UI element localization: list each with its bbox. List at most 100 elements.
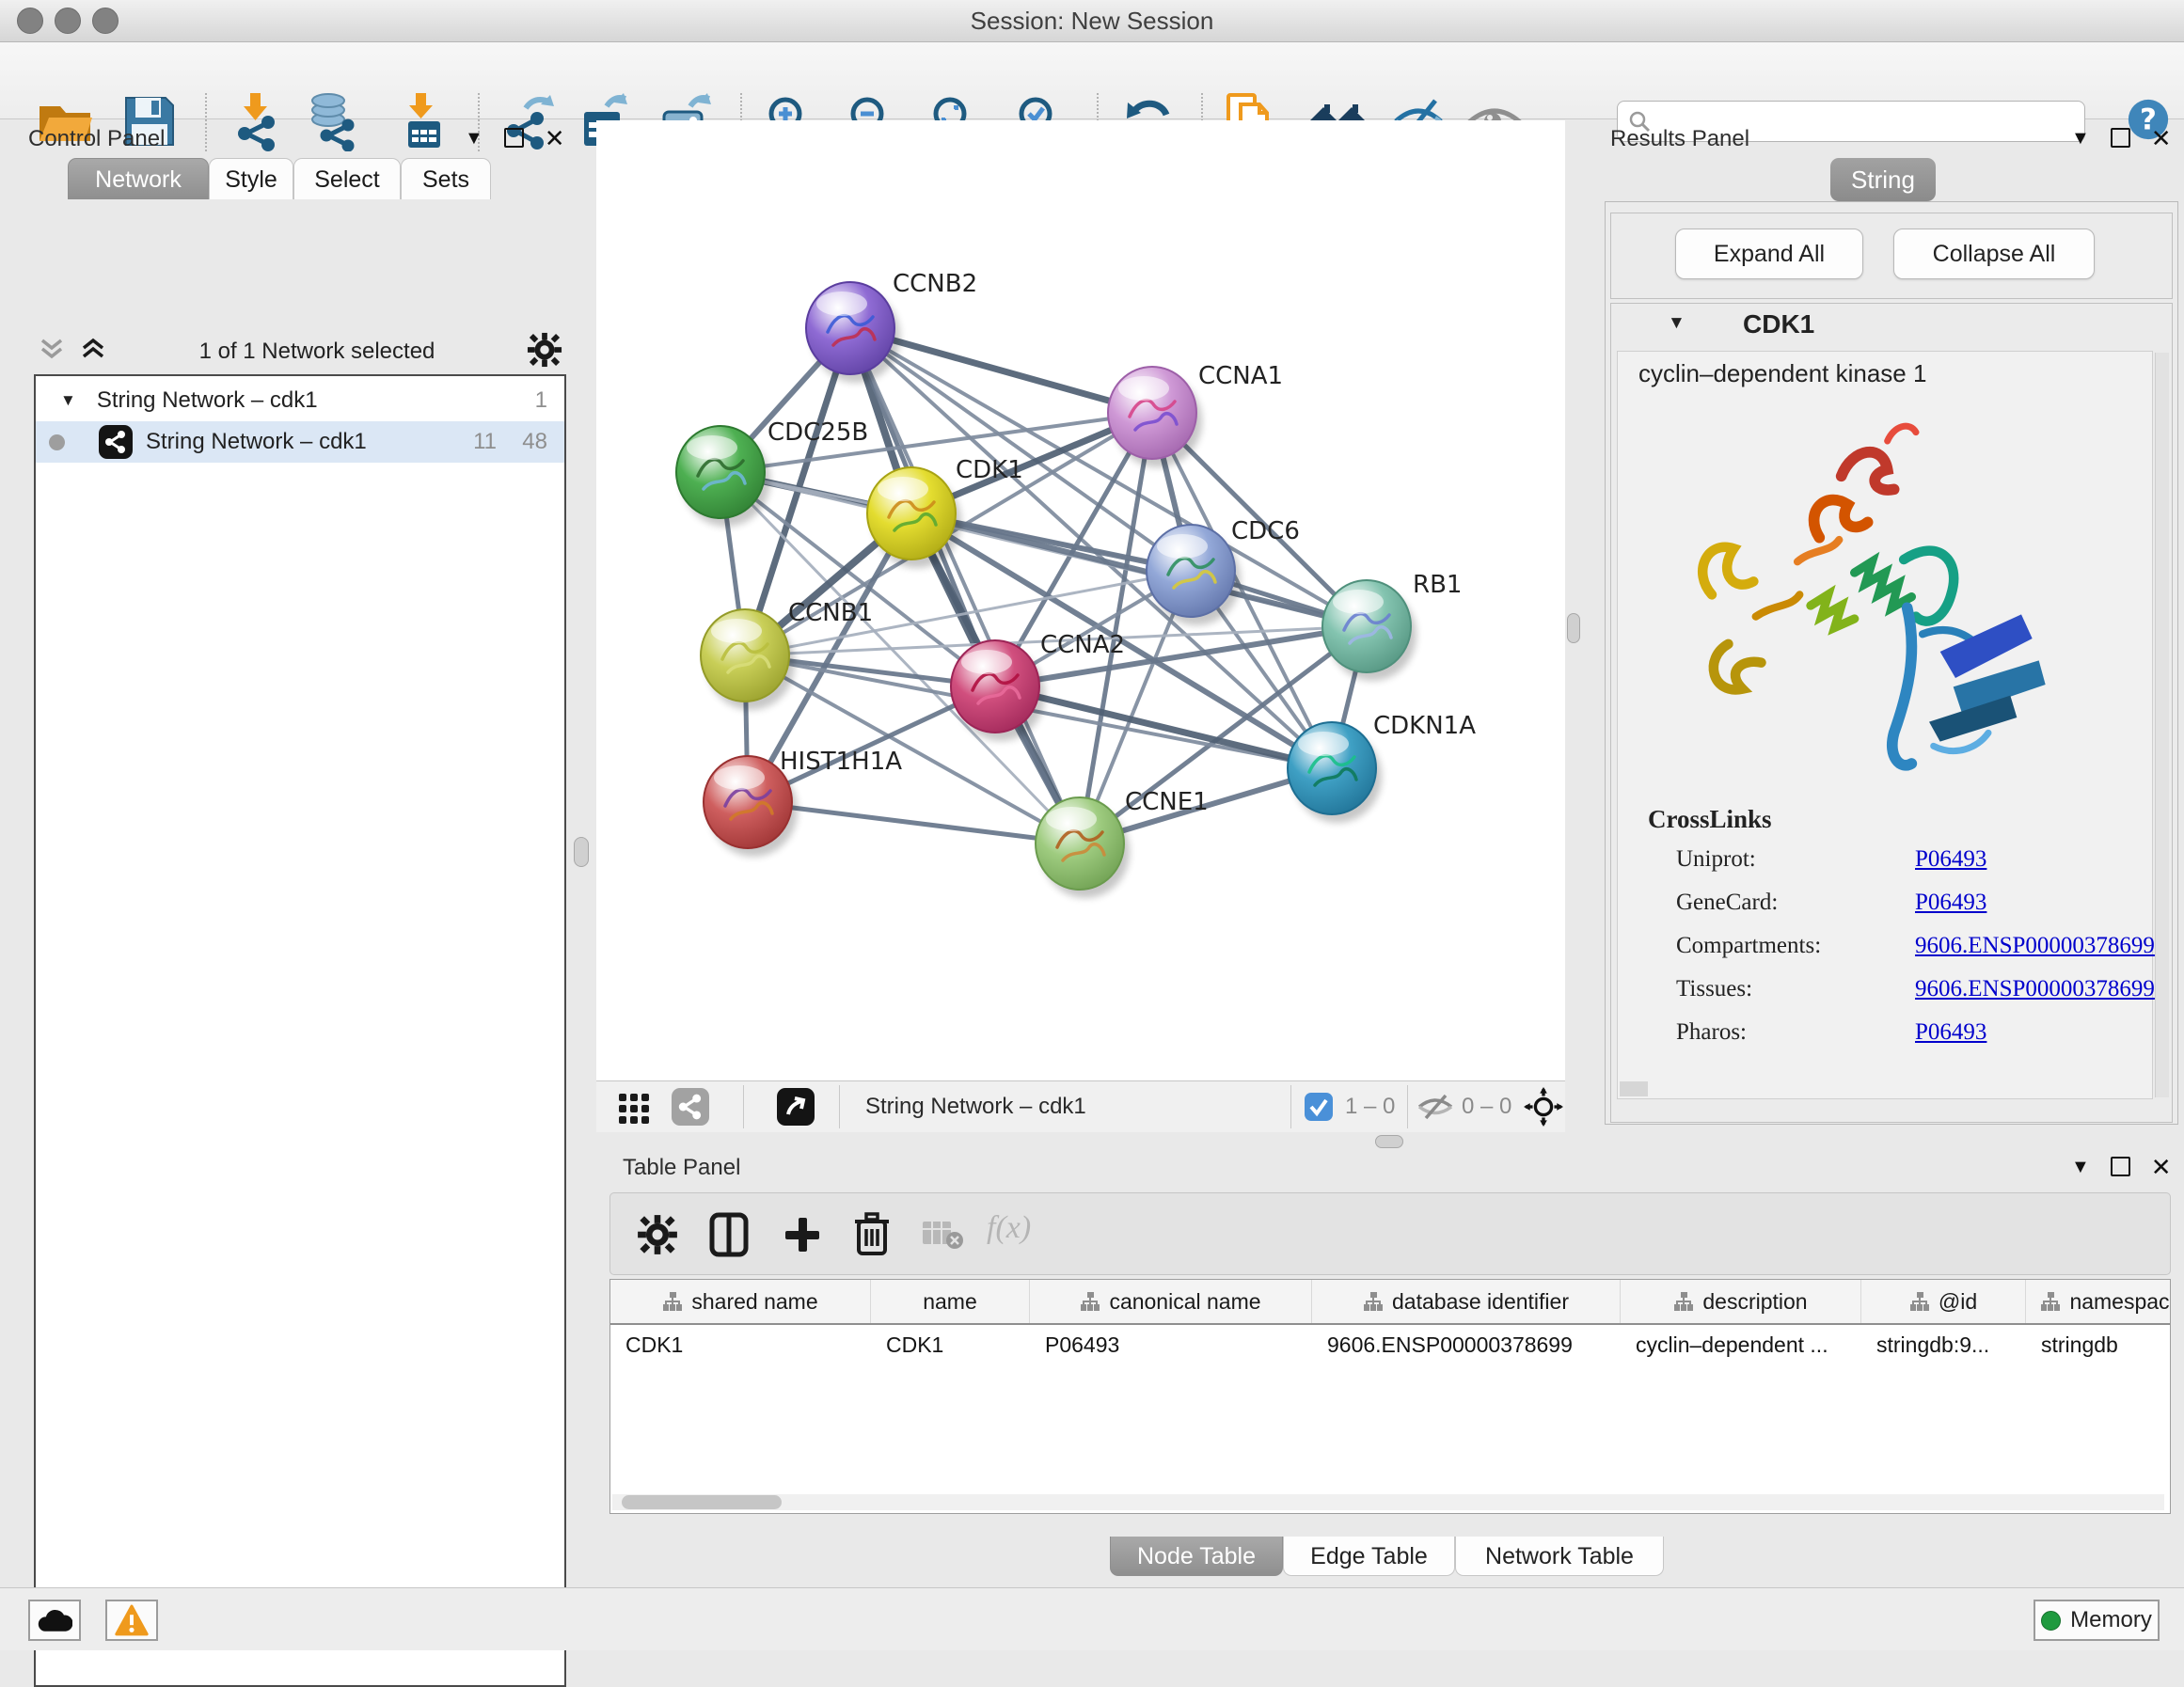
graph-node-label: CCNA2: [1040, 631, 1125, 659]
crosslink-value-link[interactable]: P06493: [1915, 846, 1986, 873]
column-header-database-identifier[interactable]: database identifier: [1312, 1280, 1621, 1323]
panel-menu-icon[interactable]: ▼: [465, 129, 483, 148]
selected-count: 1 – 0: [1345, 1094, 1395, 1120]
crosslink-row: Compartments:9606.ENSP00000378699: [1676, 933, 1821, 959]
gene-details: cyclin–dependent kinase 1: [1617, 351, 2153, 1099]
crosslink-label: GeneCard:: [1676, 890, 1778, 915]
collapse-all-button[interactable]: Collapse All: [1893, 229, 2095, 279]
network-canvas[interactable]: CCNB2CCNA1CDC25BCDK1CDC6RB1CCNB1CCNA2CDK…: [596, 120, 1565, 1080]
column-header-namespac[interactable]: namespac: [2026, 1280, 2171, 1323]
graph-node-CDK1[interactable]: [867, 467, 956, 560]
delete-column-icon[interactable]: [853, 1210, 891, 1262]
graph-node-RB1[interactable]: [1322, 580, 1411, 672]
network-collection-label: String Network – cdk1: [97, 387, 318, 414]
crosslink-label: Compartments:: [1676, 933, 1821, 958]
panel-float-icon[interactable]: [2111, 1157, 2130, 1176]
crosslink-label: Uniprot:: [1676, 846, 1756, 872]
table-cell: CDK1: [610, 1325, 871, 1364]
network-share-view-icon[interactable]: [672, 1088, 709, 1126]
graph-node-HIST1H1A[interactable]: [704, 756, 792, 848]
panel-close-icon[interactable]: ✕: [2151, 1158, 2172, 1176]
node-table: shared namenamecanonical namedatabase id…: [609, 1279, 2171, 1514]
crosslink-label: Tissues:: [1676, 976, 1752, 1001]
crosslink-value-link[interactable]: P06493: [1915, 890, 1986, 916]
crosslink-value-link[interactable]: 9606.ENSP00000378699: [1915, 976, 2155, 1002]
vertical-splitter-handle[interactable]: [574, 837, 589, 867]
graph-node-label: CDC25B: [768, 418, 868, 447]
tab-string[interactable]: String: [1830, 158, 1936, 201]
graph-node-CDKN1A[interactable]: [1288, 722, 1376, 814]
cloud-button[interactable]: [28, 1600, 81, 1641]
expand-all-button[interactable]: Expand All: [1675, 229, 1863, 279]
open-in-window-icon[interactable]: [777, 1088, 815, 1126]
table-gear-icon[interactable]: [637, 1214, 678, 1260]
tab-edge-table[interactable]: Edge Table: [1283, 1537, 1455, 1576]
network-graph[interactable]: CCNB2CCNA1CDC25BCDK1CDC6RB1CCNB1CCNA2CDK…: [596, 120, 1565, 1080]
panel-float-icon[interactable]: [504, 128, 524, 148]
title-bar: Session: New Session: [0, 0, 2184, 42]
graph-node-CCNA2[interactable]: [951, 640, 1039, 733]
birdseye-crosshair-icon[interactable]: [1524, 1087, 1563, 1131]
graph-node-label: CDKN1A: [1373, 712, 1476, 740]
panel-close-icon[interactable]: ✕: [2151, 129, 2172, 148]
grid-view-icon[interactable]: [617, 1090, 653, 1130]
cloud-icon: [37, 1607, 72, 1633]
section-hscroll-stub[interactable]: [1620, 1081, 1648, 1096]
section-scrollbar[interactable]: [2155, 353, 2169, 1097]
panel-menu-icon[interactable]: ▼: [2071, 129, 2090, 148]
graph-node-CCNB1[interactable]: [701, 609, 789, 702]
graph-node-label: CDC6: [1231, 517, 1300, 545]
graph-node-CCNA1[interactable]: [1108, 367, 1196, 459]
graph-node-CDC6[interactable]: [1147, 525, 1235, 617]
column-header-description[interactable]: description: [1621, 1280, 1861, 1323]
crosslink-label: Pharos:: [1676, 1019, 1747, 1045]
selected-checkbox-icon[interactable]: [1304, 1092, 1334, 1127]
table-tabs: Node Table Edge Table Network Table: [596, 1537, 2184, 1576]
table-row[interactable]: CDK1CDK1P064939606.ENSP00000378699cyclin…: [610, 1325, 2170, 1364]
network-label: String Network – cdk1: [146, 429, 367, 455]
column-header-name[interactable]: name: [871, 1280, 1030, 1323]
tab-sets[interactable]: Sets: [401, 158, 491, 199]
table-cell: cyclin–dependent ...: [1621, 1325, 1861, 1364]
graph-node-CDC25B[interactable]: [676, 426, 765, 518]
table-hscrollbar[interactable]: [612, 1494, 2164, 1510]
warning-button[interactable]: [105, 1600, 158, 1641]
delete-table-icon-disabled: [921, 1220, 964, 1256]
toolbar-separator: [743, 1085, 744, 1128]
graph-node-CCNB2[interactable]: [806, 282, 894, 374]
tab-network[interactable]: Network: [68, 158, 209, 199]
column-header-shared-name[interactable]: shared name: [610, 1280, 871, 1323]
expand-all-networks-icon[interactable]: [79, 338, 107, 367]
network-row[interactable]: String Network – cdk1 11 48: [36, 421, 564, 463]
hidden-eye-slash-icon[interactable]: [1416, 1092, 1454, 1127]
panel-float-icon[interactable]: [2111, 128, 2130, 148]
panel-menu-icon[interactable]: ▼: [2071, 1158, 2090, 1176]
table-cell: stringdb:9...: [1861, 1325, 2026, 1364]
vertical-splitter-handle[interactable]: [1567, 613, 1580, 643]
tab-network-table[interactable]: Network Table: [1455, 1537, 1664, 1576]
network-list: ▼ String Network – cdk1 1 String Network…: [34, 374, 566, 1687]
disclosure-triangle-icon[interactable]: ▼: [60, 391, 76, 410]
column-header-canonical-name[interactable]: canonical name: [1030, 1280, 1312, 1323]
tab-style[interactable]: Style: [209, 158, 293, 199]
crosslink-value-link[interactable]: P06493: [1915, 1019, 1986, 1046]
graph-node-label: CCNB1: [788, 599, 873, 627]
crosslink-value-link[interactable]: 9606.ENSP00000378699: [1915, 933, 2155, 959]
tab-node-table[interactable]: Node Table: [1110, 1537, 1283, 1576]
column-header-@id[interactable]: @id: [1861, 1280, 2026, 1323]
tab-select[interactable]: Select: [293, 158, 401, 199]
horizontal-splitter-handle[interactable]: [1375, 1135, 1403, 1148]
memory-button[interactable]: Memory: [2034, 1600, 2160, 1641]
network-collection-row[interactable]: ▼ String Network – cdk1 1: [36, 380, 564, 421]
add-column-icon[interactable]: [782, 1214, 823, 1260]
section-disclosure-icon[interactable]: ▼: [1668, 313, 1685, 334]
panel-close-icon[interactable]: ✕: [545, 129, 565, 148]
graph-node-CCNE1[interactable]: [1036, 797, 1124, 890]
show-columns-icon[interactable]: [708, 1212, 750, 1262]
table-panel-title: Table Panel: [623, 1155, 740, 1181]
toolbar-separator: [1407, 1085, 1408, 1128]
network-status-dot-icon: [49, 434, 65, 450]
table-hscrollbar-thumb[interactable]: [622, 1495, 782, 1509]
collapse-all-networks-icon[interactable]: [38, 338, 66, 367]
network-options-gear-icon[interactable]: [527, 332, 562, 372]
